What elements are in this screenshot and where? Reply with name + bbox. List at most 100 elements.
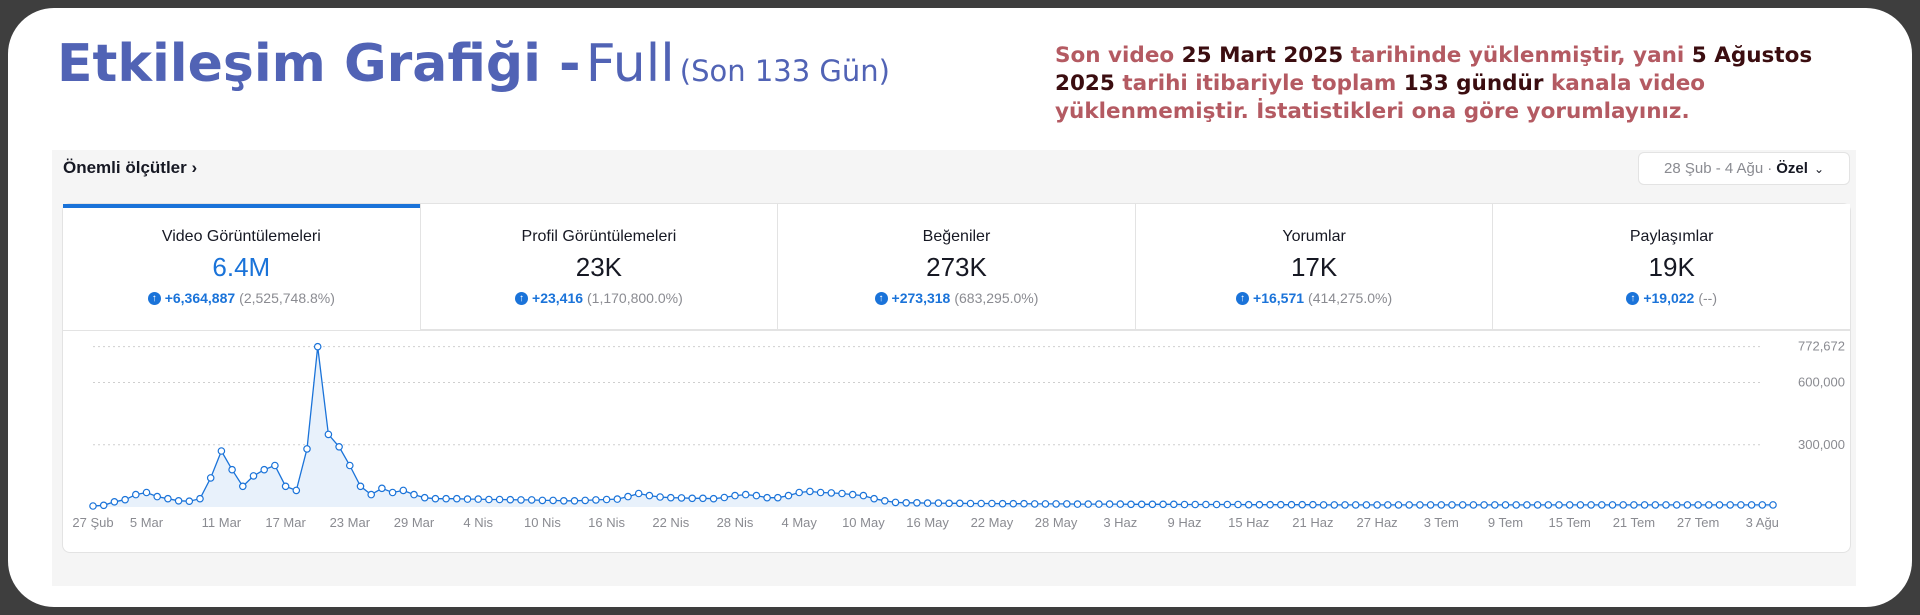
data-point [388, 488, 397, 497]
line-chart: 300,000 600,000 772,672 27 Şub 5 Mar 11 Mar 17… [72, 339, 1845, 530]
delta-percent: (414,275.0%) [1308, 290, 1393, 306]
data-point [1672, 501, 1681, 509]
data-point [89, 502, 97, 510]
x-tick-label: 27 Tem [1677, 515, 1719, 530]
data-point [1747, 501, 1756, 509]
data-point [1137, 500, 1146, 509]
data-point [142, 488, 151, 497]
data-point [1405, 501, 1414, 509]
x-tick-label: 10 Nis [524, 515, 561, 530]
data-point [688, 494, 697, 503]
delta-percent: (2,525,748.8%) [239, 290, 335, 306]
data-point [1705, 501, 1713, 509]
data-point [1319, 501, 1328, 509]
data-point [955, 499, 964, 508]
tab-comments[interactable]: Yorumlar 17K ↑ +16,571 (414,275.0%) [1134, 204, 1493, 330]
data-point [1694, 501, 1702, 509]
data-point [538, 496, 547, 505]
data-point [913, 499, 921, 507]
chart-area: 300,000 600,000 772,672 27 Şub 5 Mar 11 Mar 17… [62, 331, 1851, 553]
data-point [1630, 501, 1638, 509]
data-point [1448, 501, 1456, 509]
notice-text: tarihinde yüklenmiştir, yani [1343, 43, 1692, 68]
data-point [773, 493, 782, 502]
data-point [217, 447, 226, 455]
data-point [1458, 501, 1467, 509]
data-point [1769, 501, 1777, 509]
delta-absolute: +273,318 [891, 290, 951, 306]
key-metrics-link[interactable]: Önemli ölçütler › [63, 158, 197, 178]
data-point [356, 482, 365, 491]
tab-label: Beğeniler [922, 228, 991, 245]
data-point [988, 499, 996, 508]
data-point [239, 482, 247, 491]
data-point [153, 492, 162, 501]
data-point [966, 499, 975, 508]
x-tick-label: 28 Nis [717, 515, 754, 530]
data-point [1170, 500, 1178, 509]
page-title: Etkileşim Grafiği - Full (Son 133 Gün) [57, 38, 890, 90]
data-point [763, 493, 771, 502]
data-point [1287, 500, 1296, 509]
data-point [1202, 500, 1210, 509]
data-point [345, 461, 354, 470]
data-point [1715, 501, 1724, 509]
data-point [206, 474, 215, 482]
data-point [324, 430, 333, 439]
data-point [1469, 501, 1478, 509]
delta-absolute: +19,022 [1643, 290, 1695, 306]
data-point [1501, 501, 1510, 509]
data-point [1598, 501, 1606, 509]
y-tick-label: 772,672 [1798, 339, 1845, 354]
data-point [666, 493, 675, 502]
data-point [1523, 501, 1531, 509]
data-point [1480, 501, 1488, 509]
notice-days: 133 gündür [1403, 71, 1544, 96]
data-point [527, 496, 536, 504]
data-point [1362, 501, 1371, 509]
tab-delta: ↑ +6,364,887 (2,525,748.8%) [147, 290, 335, 306]
x-tick-label: 17 Mar [265, 515, 306, 530]
data-point [196, 494, 204, 503]
data-point [1565, 501, 1574, 509]
data-point [463, 495, 472, 503]
date-mode: Özel [1776, 160, 1808, 177]
data-point [1105, 500, 1114, 508]
data-point [656, 493, 664, 501]
x-tick-label: 4 May [781, 515, 817, 530]
tab-shares[interactable]: Paylaşımlar 19K ↑ +19,022 (--) [1492, 204, 1850, 330]
data-point [581, 496, 590, 505]
data-point [806, 487, 814, 496]
x-tick-label: 27 Haz [1356, 515, 1397, 530]
data-point [1084, 500, 1092, 508]
data-point [1651, 501, 1660, 509]
data-point [303, 445, 311, 453]
tab-value: 273K [926, 252, 987, 282]
tab-delta: ↑ +16,571 (414,275.0%) [1236, 290, 1392, 306]
data-point [741, 490, 750, 499]
tab-label: Profil Görüntülemeleri [521, 228, 677, 245]
tab-delta: ↑ +19,022 (--) [1626, 290, 1717, 306]
tab-likes[interactable]: Beğeniler 273K ↑ +273,318 (683,295.0%) [777, 204, 1135, 330]
title-light: Full [585, 34, 675, 94]
date-range-picker[interactable]: 28 Şub - 4 Ağu · Özel ⌄ [1638, 152, 1850, 185]
data-point [1073, 500, 1082, 508]
data-point [1180, 500, 1189, 509]
data-point [848, 490, 857, 499]
data-point [570, 497, 579, 505]
tab-profile-views[interactable]: Profil Görüntülemeleri 23K ↑ +23,416 (1,… [419, 204, 778, 330]
x-tick-label: 10 May [842, 515, 885, 530]
data-point [1737, 501, 1745, 509]
y-tick-label: 600,000 [1798, 375, 1845, 390]
data-point [677, 494, 686, 502]
data-point [1095, 500, 1103, 508]
data-point [784, 491, 793, 500]
data-point [1009, 499, 1018, 508]
arrow-up-circle-icon: ↑ [147, 291, 161, 305]
data-point [1576, 501, 1585, 509]
data-point [1384, 501, 1392, 509]
notice-text: Son video [1055, 43, 1182, 68]
data-point [1533, 501, 1542, 509]
x-tick-label: 9 Haz [1168, 515, 1202, 530]
tab-video-views[interactable]: Video Görüntülemeleri 6.4M ↑ +6,364,887 … [63, 204, 420, 330]
